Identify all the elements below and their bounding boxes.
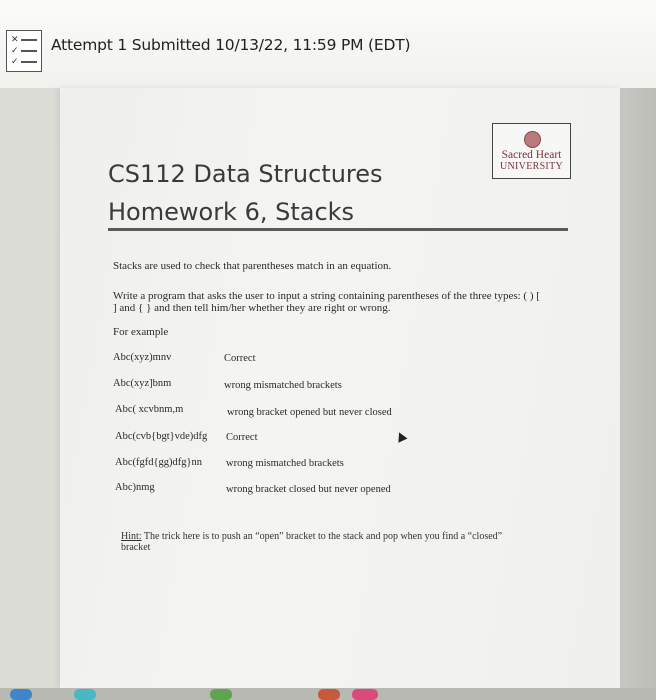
- homework-document: Sacred Heart UNIVERSITY CS112 Data Struc…: [60, 88, 620, 688]
- prompt-line-2: ] and { } and then tell him/her whether …: [113, 302, 391, 314]
- logo-line-1: Sacred Heart: [501, 149, 562, 161]
- hint-body-2: bracket: [121, 542, 151, 553]
- homework-title: Homework 6, Stacks: [108, 198, 355, 226]
- example-input: Abc)nmg: [115, 482, 155, 493]
- example-result: Correct: [226, 432, 258, 443]
- attempt-status: Attempt 1 Submitted 10/13/22, 11:59 PM (…: [51, 36, 411, 54]
- dock-app-icon[interactable]: [10, 689, 32, 700]
- intro-text: Stacks are used to check that parenthese…: [113, 260, 392, 272]
- example-result: Correct: [224, 353, 256, 364]
- for-example-label: For example: [113, 326, 169, 338]
- dock-app-icon[interactable]: [74, 689, 96, 700]
- hint-label: Hint:: [121, 531, 142, 542]
- university-logo: Sacred Heart UNIVERSITY: [492, 123, 571, 179]
- prompt-line-1: Write a program that asks the user to in…: [113, 290, 540, 302]
- page-edge: [620, 88, 656, 688]
- course-title: CS112 Data Structures: [108, 160, 383, 188]
- submission-header: ✕ ✓ ✓ Attempt 1 Submitted 10/13/22, 11:5…: [0, 0, 656, 88]
- logo-line-2: UNIVERSITY: [500, 161, 563, 172]
- dock-app-icon[interactable]: [318, 689, 340, 700]
- example-result: wrong mismatched brackets: [224, 380, 342, 391]
- example-input: Abc(xyz]bnm: [113, 378, 172, 389]
- mouse-cursor-icon: [394, 430, 408, 443]
- example-input: Abc(cvb{bgt}vde)dfg: [115, 431, 208, 442]
- example-result: wrong bracket closed but never opened: [226, 484, 391, 495]
- example-input: Abc( xcvbnm,m: [115, 404, 184, 415]
- seal-icon: [524, 131, 541, 148]
- taskbar-dock: [0, 688, 656, 700]
- example-result: wrong bracket opened but never closed: [227, 407, 392, 418]
- example-input: Abc(xyz)mnv: [113, 352, 172, 363]
- hint-text: Hint: The trick here is to push an “open…: [121, 531, 502, 553]
- example-result: wrong mismatched brackets: [226, 458, 344, 469]
- checklist-icon: ✕ ✓ ✓: [6, 30, 42, 72]
- hint-body-1: The trick here is to push an “open” brac…: [141, 531, 503, 542]
- example-input: Abc(fgfd{gg)dfg}nn: [115, 457, 203, 468]
- title-divider: [108, 228, 568, 231]
- dock-app-icon[interactable]: [352, 689, 378, 700]
- dock-app-icon[interactable]: [210, 689, 232, 700]
